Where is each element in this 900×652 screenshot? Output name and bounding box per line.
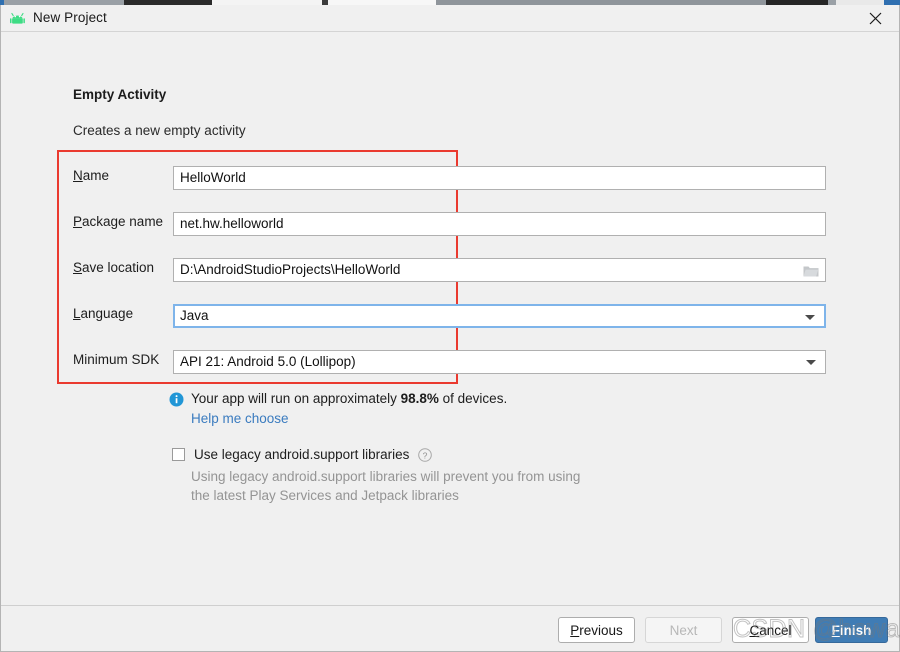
label-package-name: Package name [73, 214, 164, 229]
label-name: Name [73, 168, 110, 183]
form-row-language: Language Java [1, 304, 900, 328]
legacy-desc-line-1: Using legacy android.support libraries w… [191, 469, 581, 484]
finish-button[interactable]: Finish [815, 617, 888, 643]
label-language: Language [73, 306, 134, 321]
legacy-libraries-row: Use legacy android.support libraries ? [172, 447, 433, 462]
language-combobox-value: Java [180, 308, 209, 323]
page-title: Empty Activity [73, 87, 167, 102]
new-project-dialog: New Project Empty Activity Creates a new… [0, 5, 900, 652]
legacy-libraries-checkbox[interactable] [172, 448, 185, 461]
help-me-choose-link[interactable]: Help me choose [191, 411, 289, 426]
dialog-footer: Previous Next Cancel Finish [1, 605, 899, 651]
device-coverage-info: Your app will run on approximately 98.8%… [169, 391, 507, 407]
page-subtitle: Creates a new empty activity [73, 123, 246, 138]
dialog-body: Empty Activity Creates a new empty activ… [1, 32, 899, 605]
label-minimum-sdk: Minimum SDK [73, 352, 160, 367]
svg-text:?: ? [423, 450, 428, 460]
name-input[interactable]: HelloWorld [173, 166, 826, 190]
name-input-value: HelloWorld [180, 170, 246, 185]
save-location-input[interactable]: D:\AndroidStudioProjects\HelloWorld [173, 258, 826, 282]
previous-button[interactable]: Previous [558, 617, 635, 643]
next-button: Next [645, 617, 722, 643]
label-save-location: Save location [73, 260, 155, 275]
language-combobox[interactable]: Java [173, 304, 826, 328]
question-mark-icon[interactable]: ? [418, 447, 433, 462]
folder-icon[interactable] [803, 263, 819, 277]
form-row-package-name: Package name net.hw.helloworld [1, 212, 900, 236]
package-name-input-value: net.hw.helloworld [180, 216, 284, 231]
cancel-button[interactable]: Cancel [732, 617, 809, 643]
dialog-title: New Project [33, 10, 107, 25]
android-robot-icon [10, 12, 27, 25]
minimum-sdk-combobox[interactable]: API 21: Android 5.0 (Lollipop) [173, 350, 826, 374]
form-row-save-location: Save location D:\AndroidStudioProjects\H… [1, 258, 900, 282]
package-name-input[interactable]: net.hw.helloworld [173, 212, 826, 236]
minimum-sdk-combobox-value: API 21: Android 5.0 (Lollipop) [180, 354, 356, 369]
save-location-input-value: D:\AndroidStudioProjects\HelloWorld [180, 262, 401, 277]
dialog-titlebar: New Project [1, 5, 899, 32]
form-row-minimum-sdk: Minimum SDK API 21: Android 5.0 (Lollipo… [1, 350, 900, 374]
info-icon [169, 392, 184, 407]
coverage-percentage: 98.8% [400, 391, 439, 406]
close-icon[interactable] [859, 6, 891, 31]
chevron-down-icon[interactable] [805, 315, 815, 320]
form-row-name: Name HelloWorld [1, 166, 900, 190]
legacy-libraries-label[interactable]: Use legacy android.support libraries [194, 447, 409, 462]
device-coverage-text: Your app will run on approximately 98.8%… [191, 391, 508, 406]
chevron-down-icon[interactable] [806, 360, 816, 365]
legacy-desc-line-2: the latest Play Services and Jetpack lib… [191, 488, 459, 503]
legacy-libraries-description: Using legacy android.support libraries w… [191, 467, 611, 505]
